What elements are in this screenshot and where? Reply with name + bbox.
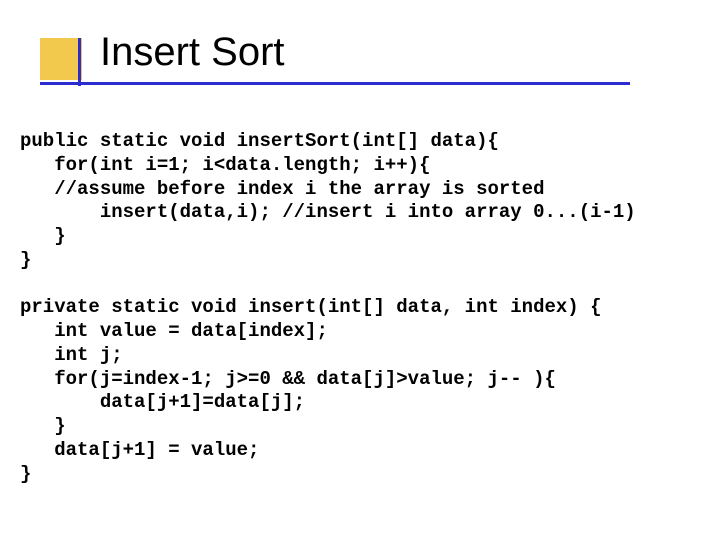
code-line: int j; bbox=[20, 344, 123, 366]
accent-horizontal-line bbox=[40, 82, 630, 85]
code-line: int value = data[index]; bbox=[20, 320, 328, 342]
code-line: for(j=index-1; j>=0 && data[j]>value; j-… bbox=[20, 368, 556, 390]
code-line: insert(data,i); //insert i into array 0.… bbox=[20, 201, 636, 223]
code-line: } bbox=[20, 463, 31, 485]
code-line: } bbox=[20, 225, 66, 247]
code-line: for(int i=1; i<data.length; i++){ bbox=[20, 154, 430, 176]
code-line: data[j+1] = value; bbox=[20, 439, 259, 461]
code-block: public static void insertSort(int[] data… bbox=[20, 130, 636, 486]
code-line: data[j+1]=data[j]; bbox=[20, 391, 305, 413]
code-line: private static void insert(int[] data, i… bbox=[20, 296, 602, 318]
code-line: } bbox=[20, 249, 31, 271]
code-line: } bbox=[20, 415, 66, 437]
slide-title: Insert Sort bbox=[100, 30, 285, 75]
code-line: public static void insertSort(int[] data… bbox=[20, 130, 499, 152]
slide-header: Insert Sort bbox=[0, 0, 720, 118]
accent-square bbox=[40, 38, 82, 80]
code-line: //assume before index i the array is sor… bbox=[20, 178, 545, 200]
accent-vertical-line bbox=[78, 38, 81, 86]
